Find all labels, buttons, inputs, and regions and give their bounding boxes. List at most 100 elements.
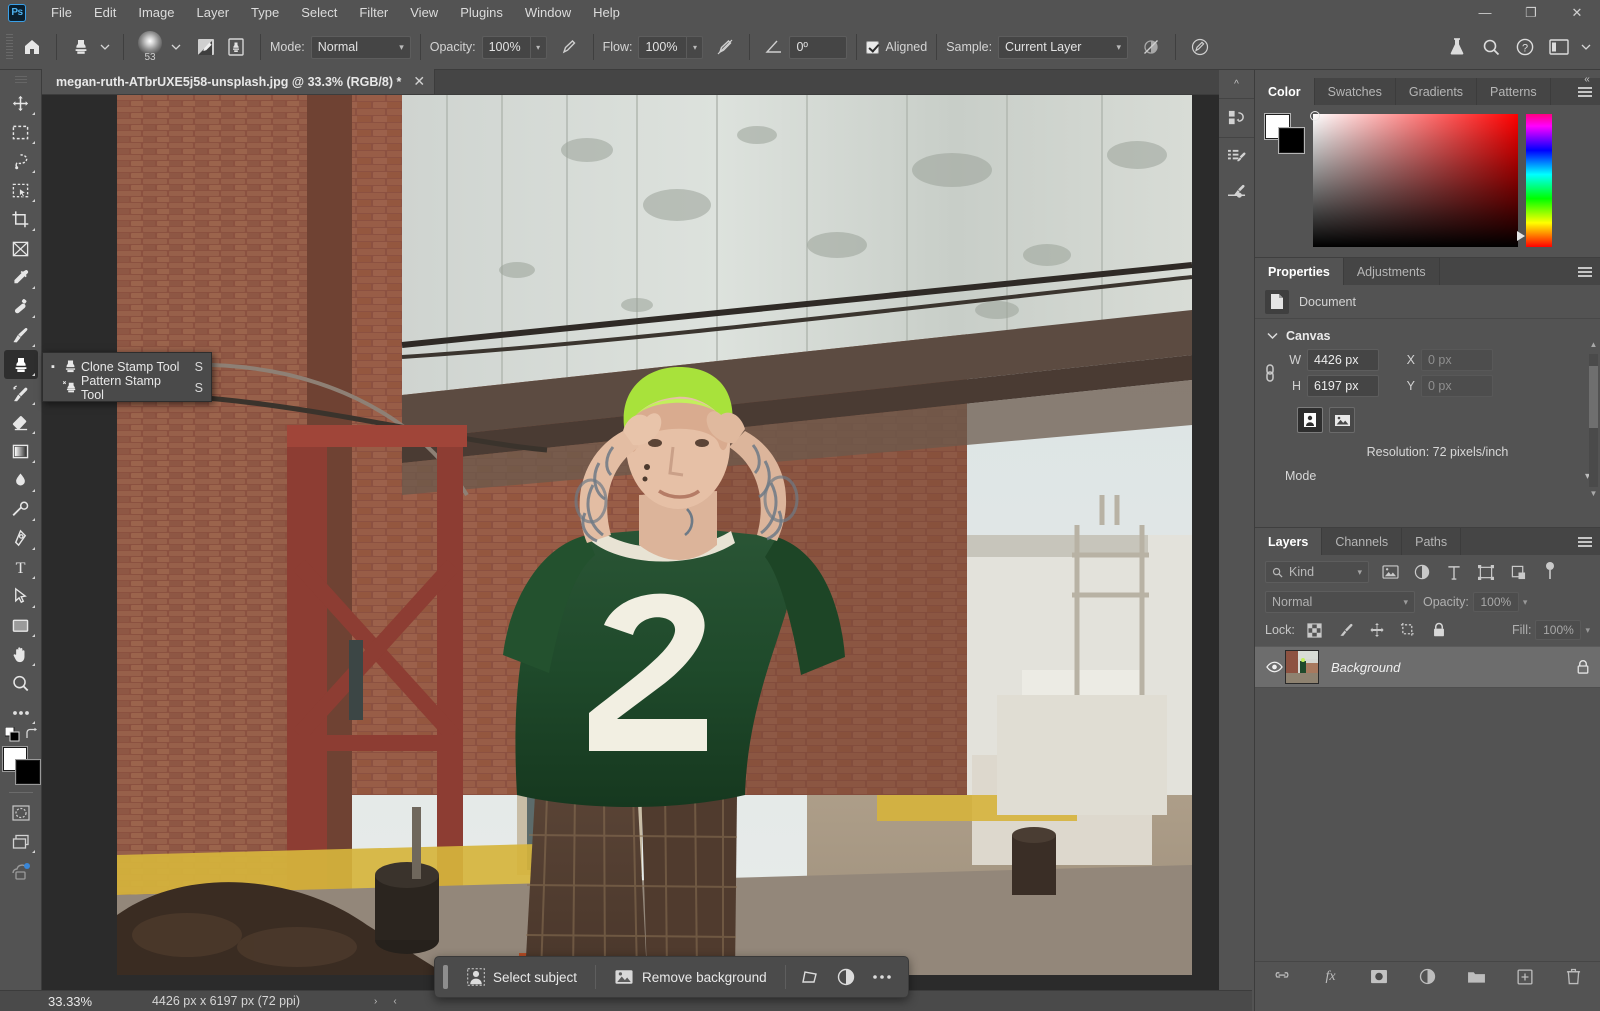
help-icon[interactable]: ? [1510,32,1540,62]
brush-settings-icon[interactable] [1223,178,1251,204]
pressure-opacity-icon[interactable] [554,32,584,62]
aligned-checkbox[interactable]: Aligned [866,40,927,54]
link-dimensions-icon[interactable] [1255,362,1285,384]
brush-preset-picker[interactable]: 53 [133,31,167,63]
menu-help[interactable]: Help [582,1,631,24]
blend-mode-select[interactable]: Normal ▾ [310,35,411,59]
status-expand-right-icon[interactable]: › [366,996,385,1007]
pen-tool[interactable] [4,524,38,553]
edit-toolbar-more-icon[interactable] [4,698,38,727]
blur-tool[interactable] [4,466,38,495]
layer-filter-kind-select[interactable]: Kind ▾ [1265,561,1369,583]
background-color-swatch[interactable] [1279,128,1304,153]
lock-artboard-icon[interactable] [1397,620,1419,640]
color-field[interactable] [1310,111,1518,247]
brush-angle-input[interactable]: 0º [789,35,848,59]
filter-toggle-icon[interactable] [1539,562,1561,582]
menu-filter[interactable]: Filter [348,1,399,24]
layer-name[interactable]: Background [1331,660,1576,675]
tab-swatches[interactable]: Swatches [1314,78,1396,105]
opacity-stepper[interactable]: 100% ▾ [481,35,547,59]
dodge-tool[interactable] [4,495,38,524]
more-options-icon[interactable] [864,962,900,992]
brush-preset-chevron-down-icon[interactable] [167,32,185,62]
checkbox-checked-icon[interactable] [866,40,880,54]
filter-shape-icon[interactable] [1475,562,1497,582]
history-icon[interactable] [1223,105,1251,131]
background-color-swatch[interactable] [15,760,40,784]
portrait-orientation-icon[interactable] [1297,407,1323,433]
new-fill-adjustment-icon[interactable] [1415,965,1441,989]
swap-colors-icon[interactable] [25,727,39,741]
link-layers-icon[interactable] [1269,965,1295,989]
color-field-marker[interactable] [1310,111,1320,121]
hand-tool[interactable] [4,640,38,669]
lock-position-icon[interactable] [1366,620,1388,640]
width-input[interactable]: 4426 px [1307,349,1379,371]
scroll-down-arrow-icon[interactable]: ▼ [1589,489,1598,501]
angle-icon[interactable] [759,32,789,62]
home-icon[interactable] [17,32,47,62]
flyout-item-pattern-stamp-tool[interactable]: Pattern Stamp Tool S [43,374,211,402]
table-row[interactable]: Background [1255,646,1600,688]
menu-file[interactable]: File [40,1,83,24]
landscape-orientation-icon[interactable] [1329,407,1355,433]
brush-tool[interactable] [4,321,38,350]
airbrush-icon[interactable] [710,32,740,62]
scroll-up-arrow-icon[interactable]: ▲ [1589,340,1598,352]
tool-preset-chevron-down-icon[interactable] [96,32,114,62]
filter-adjustment-icon[interactable] [1411,562,1433,582]
canvas-mode-row[interactable]: Mode ▾ [1255,465,1600,489]
spot-healing-brush-tool[interactable] [4,292,38,321]
delete-layer-icon[interactable] [1560,965,1586,989]
chevron-down-icon[interactable]: ▾ [1585,625,1590,636]
filter-type-icon[interactable] [1443,562,1465,582]
menu-type[interactable]: Type [240,1,290,24]
hue-slider-pointer[interactable] [1517,231,1525,241]
brushes-icon[interactable] [1223,144,1251,170]
clone-stamp-tool-flyout[interactable]: ▪ Clone Stamp Tool S Pattern Stamp Tool … [42,352,212,402]
search-icon[interactable] [1476,32,1506,62]
filter-pixel-icon[interactable] [1379,562,1401,582]
lock-transparency-icon[interactable] [1304,620,1326,640]
new-layer-icon[interactable] [1512,965,1538,989]
menu-plugins[interactable]: Plugins [449,1,514,24]
default-colors-icon[interactable] [4,727,21,743]
adjustment-layer-icon[interactable] [828,962,864,992]
tab-adjustments[interactable]: Adjustments [1343,258,1440,285]
tab-paths[interactable]: Paths [1402,528,1462,555]
menu-view[interactable]: View [399,1,449,24]
workspace-icon[interactable] [1544,32,1574,62]
options-bar-grip[interactable] [6,34,13,60]
height-input[interactable]: 6197 px [1307,375,1379,397]
pressure-size-icon[interactable] [1185,32,1215,62]
restore-button[interactable]: ❐ [1508,0,1554,25]
toolbar-grip[interactable] [14,76,27,85]
task-bar-drag-handle[interactable] [443,965,448,989]
tab-patterns[interactable]: Patterns [1477,78,1551,105]
lasso-tool[interactable] [4,147,38,176]
workspace-chevron-down-icon[interactable] [1578,32,1594,62]
menu-window[interactable]: Window [514,1,582,24]
rectangle-tool[interactable] [4,611,38,640]
layer-opacity-control[interactable]: Opacity: 100% ▾ [1423,592,1527,612]
layer-opacity-value[interactable]: 100% [1472,592,1519,612]
flow-value[interactable]: 100% [638,35,687,59]
layer-thumbnail[interactable] [1285,650,1319,684]
path-selection-tool[interactable] [4,582,38,611]
panel-menu-icon[interactable] [1570,258,1600,285]
move-tool[interactable] [4,89,38,118]
color-panel-swatches[interactable] [1265,114,1305,154]
menu-layer[interactable]: Layer [186,1,241,24]
opacity-value[interactable]: 100% [481,35,530,59]
collapse-panels-icon[interactable]: « [1580,70,1594,88]
object-selection-tool[interactable] [4,176,38,205]
current-tool-icon[interactable] [66,32,96,62]
layer-mask-icon[interactable] [1366,965,1392,989]
sample-select[interactable]: Current Layer ▾ [998,35,1129,59]
frame-tool[interactable] [4,234,38,263]
tab-channels[interactable]: Channels [1322,528,1403,555]
quick-mask-mode-button[interactable] [4,798,38,827]
hue-slider[interactable] [1517,114,1552,247]
tab-properties[interactable]: Properties [1255,258,1344,285]
